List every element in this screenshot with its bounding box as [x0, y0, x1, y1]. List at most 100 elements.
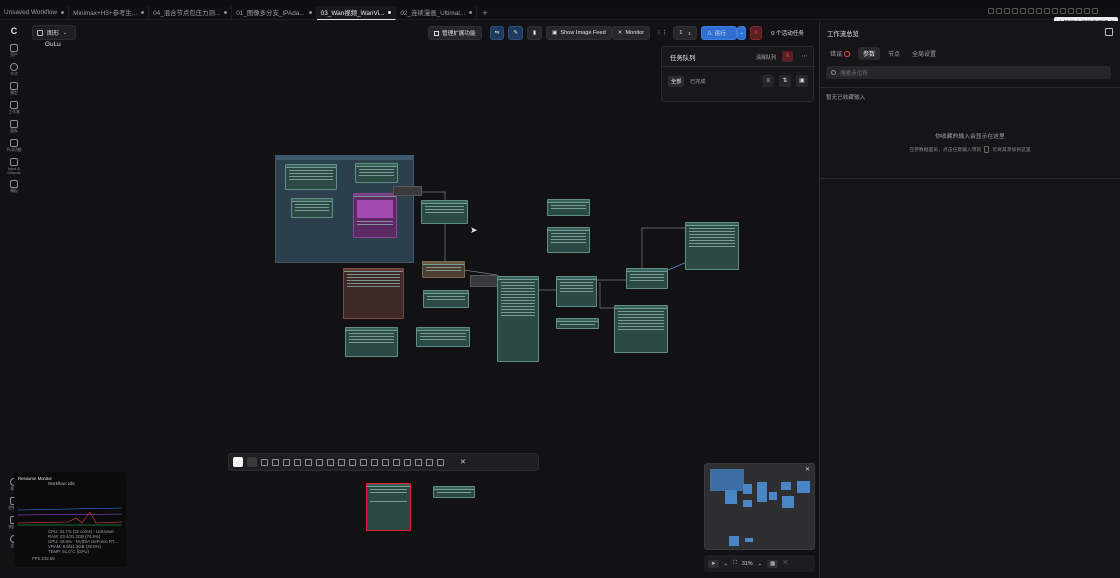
group-icon[interactable] — [349, 458, 356, 466]
app-logo[interactable]: C — [3, 26, 25, 36]
gallery-icon[interactable]: ▣ — [796, 75, 808, 87]
align-icon[interactable] — [1044, 8, 1050, 14]
plus-icon[interactable] — [393, 458, 400, 466]
align-icon[interactable] — [1020, 8, 1026, 14]
align-top-icon[interactable] — [294, 458, 301, 466]
graph-node[interactable] — [423, 290, 469, 308]
close-icon[interactable]: ✕ — [805, 466, 810, 473]
tab-nodes[interactable]: 节点 — [884, 47, 904, 60]
redo-icon[interactable] — [382, 458, 389, 466]
align-icon[interactable] — [996, 8, 1002, 14]
bypass-icon[interactable] — [404, 458, 411, 466]
batch-count-input[interactable]: 1 ⇕ — [673, 26, 698, 40]
align-middle-icon[interactable] — [305, 458, 312, 466]
filter-all[interactable]: 全部 — [668, 76, 685, 87]
mute-icon[interactable] — [415, 458, 422, 466]
canvas-mode-selector[interactable]: 图形 ⌄ — [32, 25, 76, 40]
align-icon[interactable] — [1004, 8, 1010, 14]
graph-node[interactable] — [291, 198, 333, 218]
graph-node[interactable] — [626, 268, 668, 289]
align-left-icon[interactable] — [261, 458, 268, 466]
monitor-button[interactable]: ✕ Monitor — [611, 26, 651, 40]
frame-icon[interactable] — [437, 458, 444, 466]
graph-node-reroute[interactable] — [393, 186, 422, 196]
sidebar-item-nodes[interactable]: 节点 — [3, 63, 25, 77]
graph-node-reroute[interactable] — [470, 275, 499, 287]
tab-unsaved[interactable]: Unsaved Workflow — [0, 5, 70, 20]
minimap[interactable]: ✕ — [704, 463, 815, 550]
run-button[interactable]: △ 运行 — [701, 26, 738, 40]
stop-button[interactable]: ✕ — [750, 26, 763, 40]
close-icon[interactable]: ✕ — [460, 458, 466, 466]
graph-node[interactable] — [421, 200, 468, 224]
selected-graph-node[interactable] — [366, 483, 411, 531]
link-off-icon[interactable]: ⤫ — [783, 560, 787, 567]
distribute-icon[interactable] — [360, 458, 367, 466]
align-right-icon[interactable] — [283, 458, 290, 466]
sidebar-item-node-functions[interactable]: 节点功能 — [3, 139, 25, 153]
fit-view-icon[interactable]: ⛶ — [733, 560, 737, 567]
align-icon[interactable] — [1092, 8, 1098, 14]
align-icon[interactable] — [1052, 8, 1058, 14]
active-tasks[interactable]: 0 个活动任务 — [766, 26, 809, 40]
tab-params[interactable]: 参数 — [858, 47, 881, 60]
search-input[interactable]: 搜索点位符 — [826, 66, 1111, 79]
graph-node[interactable] — [614, 305, 668, 353]
clear-queue-icon[interactable]: ≡ — [782, 51, 793, 62]
scissors-icon[interactable] — [338, 458, 345, 466]
graph-node[interactable] — [497, 276, 539, 362]
align-icon[interactable] — [1036, 8, 1042, 14]
run-options-chevron-icon[interactable]: ⌄ — [737, 26, 747, 40]
chevron-down-icon[interactable]: ⌄ — [724, 561, 729, 567]
chevron-down-icon[interactable]: ⌄ — [758, 561, 763, 567]
tab-image-branch[interactable]: 01_图像多分支_IPAda... — [232, 5, 317, 20]
graph-node-image[interactable] — [353, 193, 397, 238]
drag-handle-icon[interactable]: ⋮⋮ — [654, 26, 669, 40]
pin-icon[interactable] — [426, 458, 433, 466]
tab-wan-video[interactable]: 03_Wan视频_WanVi... — [316, 5, 397, 20]
align-icon[interactable] — [1076, 8, 1082, 14]
show-image-feed-button[interactable]: ▣ Show Image Feed — [546, 26, 612, 40]
sidebar-item-models[interactable]: 模型 — [3, 82, 25, 96]
sidebar-item-templates[interactable]: 模板 — [3, 180, 25, 194]
sidebar-item-panel[interactable]: 面板 — [3, 120, 25, 134]
queue-toggle-button[interactable]: ⇋ — [489, 26, 505, 40]
graph-node[interactable] — [345, 327, 398, 357]
graph-node[interactable] — [547, 199, 590, 216]
graph-node[interactable] — [343, 268, 404, 319]
align-icon[interactable] — [1060, 8, 1066, 14]
tab-mixed-nodes[interactable]: 04_混合节点包压力测... — [149, 5, 233, 20]
filter-icon[interactable]: ≡ — [762, 75, 774, 87]
more-icon[interactable]: ⋯ — [801, 52, 808, 60]
align-bottom-icon[interactable] — [316, 458, 323, 466]
align-icon[interactable] — [1068, 8, 1074, 14]
clear-queue-button[interactable]: 清除队列 — [756, 54, 776, 61]
tab-comic[interactable]: 02_连续漫画_Ultimat... — [396, 5, 478, 20]
map-icon[interactable]: ▦ — [767, 559, 779, 568]
tab-global-settings[interactable]: 全局设置 — [908, 47, 940, 60]
graph-node[interactable] — [416, 327, 470, 347]
color-dark-swatch[interactable] — [247, 457, 257, 467]
graph-node[interactable] — [685, 222, 739, 270]
collapse-panel-icon[interactable] — [1105, 28, 1113, 36]
zoom-level[interactable]: 31% — [742, 561, 753, 567]
tab-errors[interactable]: 错误 — [826, 47, 854, 60]
align-icon[interactable] — [1028, 8, 1034, 14]
graph-node[interactable] — [355, 163, 398, 183]
align-icon[interactable] — [1012, 8, 1018, 14]
align-icon[interactable] — [1084, 8, 1090, 14]
sidebar-item-io[interactable]: Input & Outputs — [3, 158, 25, 175]
graph-node[interactable] — [285, 164, 337, 190]
graph-node[interactable] — [556, 318, 599, 329]
add-tab-icon[interactable]: + — [477, 8, 492, 18]
align-center-icon[interactable] — [272, 458, 279, 466]
bookmark-button[interactable]: ▮ — [526, 26, 543, 40]
graph-node[interactable] — [556, 276, 597, 307]
graph-node[interactable] — [422, 261, 465, 278]
sidebar-item-assets[interactable]: 资产 — [3, 44, 25, 58]
sort-icon[interactable]: ⇅ — [779, 75, 791, 87]
color-white-swatch[interactable] — [233, 457, 243, 467]
filter-completed[interactable]: 已完成 — [690, 78, 706, 85]
align-icon[interactable] — [988, 8, 994, 14]
graph-node[interactable] — [433, 486, 475, 498]
